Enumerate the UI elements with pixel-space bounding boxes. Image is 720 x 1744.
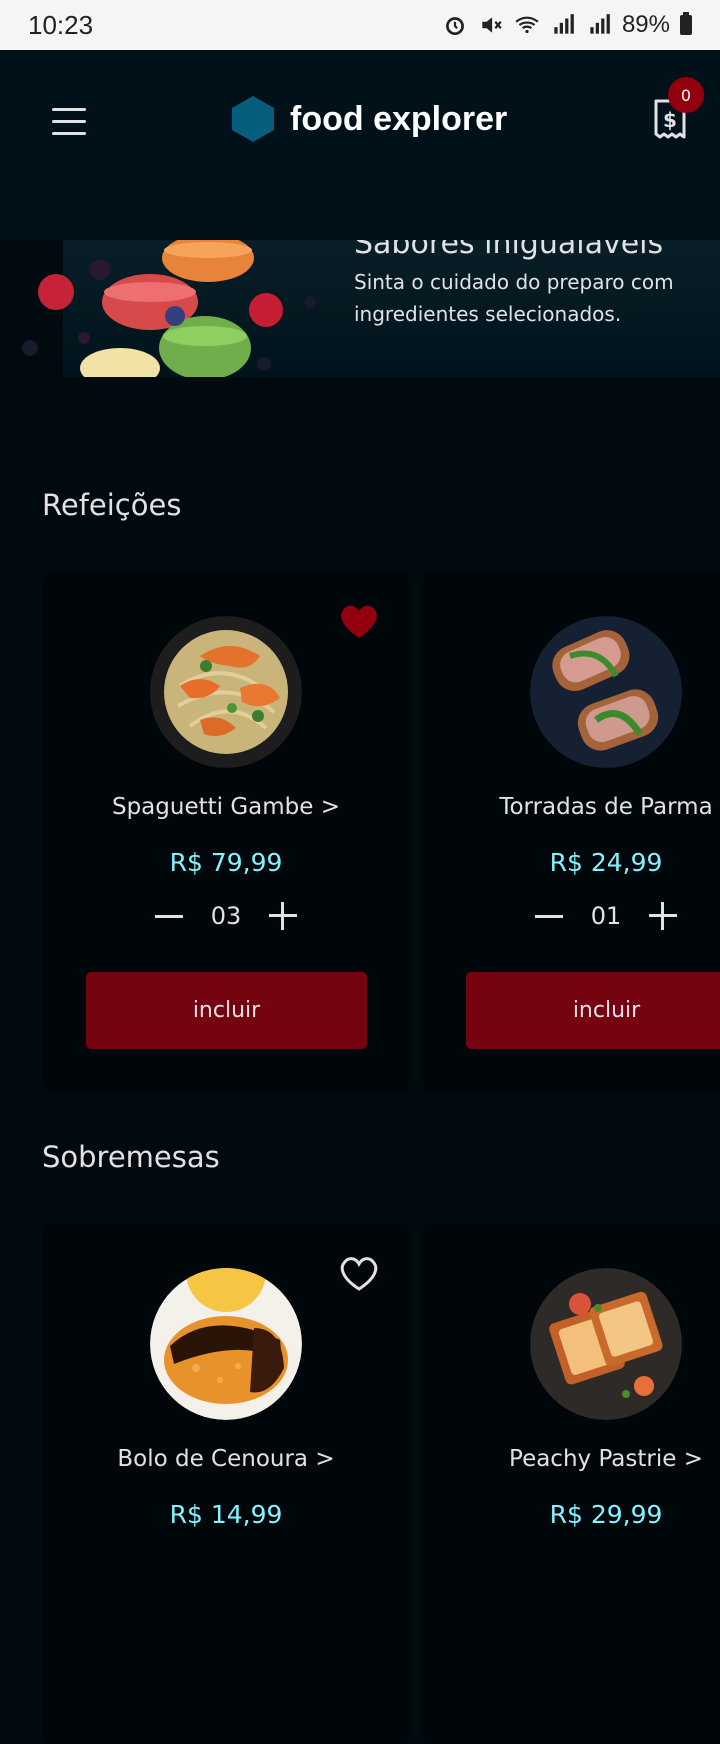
hero-subtitle: Sinta o cuidado do preparo com ingredien… [354, 270, 674, 326]
dish-name[interactable]: Torradas de Parma [422, 794, 720, 820]
brand-name: food explorer [290, 99, 508, 138]
status-time: 10:23 [28, 9, 94, 40]
battery-percent: 89% [621, 11, 670, 38]
dish-card[interactable]: Peachy Pastrie > R$ 29,99 [422, 1224, 720, 1744]
dish-image [530, 1268, 682, 1420]
signal-lte2-icon [590, 14, 610, 34]
dish-card[interactable]: Torradas de Parma R$ 24,99 01 incluir [422, 572, 720, 1092]
quantity-stepper: 03 [42, 902, 410, 930]
include-button[interactable]: incluir [466, 972, 720, 1049]
dish-price: R$ 29,99 [549, 1500, 663, 1529]
menu-button[interactable] [52, 108, 88, 138]
plus-icon[interactable] [649, 902, 678, 930]
dish-name[interactable]: Spaguetti Gambe > [42, 794, 410, 820]
dish-price: R$ 14,99 [169, 1500, 283, 1529]
plus-icon[interactable] [269, 902, 298, 930]
menu-icon [52, 108, 86, 111]
app-header [0, 50, 720, 240]
dish-card[interactable]: Spaguetti Gambe > R$ 79,99 03 incluir [42, 572, 410, 1092]
dish-image [530, 616, 682, 768]
dish-image [150, 1268, 302, 1420]
dish-card[interactable]: Bolo de Cenoura > R$ 14,99 [42, 1224, 410, 1744]
dish-name[interactable]: Bolo de Cenoura > [42, 1446, 410, 1472]
heart-outline-icon[interactable] [339, 1256, 379, 1292]
minus-icon[interactable] [534, 914, 563, 918]
hero-banner: Sabores inigualáveis Sinta o cuidado do … [0, 240, 720, 377]
hexagon-logo-icon [232, 96, 274, 142]
svg-text:$: $ [663, 108, 677, 132]
hero-title: Sabores inigualáveis [354, 240, 664, 261]
dish-price: R$ 79,99 [169, 848, 283, 877]
dish-name[interactable]: Peachy Pastrie > [422, 1446, 720, 1472]
dish-image [150, 616, 302, 768]
status-bar: 10:23 89% [0, 0, 720, 50]
include-button[interactable]: incluir [86, 972, 367, 1049]
quantity-value: 01 [590, 902, 622, 930]
wifi-icon [515, 16, 539, 34]
section-title-meals: Refeições [42, 488, 182, 522]
battery-icon [680, 12, 692, 35]
cart-count-badge: 0 [668, 77, 704, 113]
quantity-stepper: 01 [422, 902, 720, 930]
quantity-value: 03 [210, 902, 242, 930]
mute-icon [482, 17, 502, 33]
section-title-desserts: Sobremesas [42, 1140, 220, 1174]
heart-filled-icon[interactable] [339, 604, 379, 640]
dish-price: R$ 24,99 [549, 848, 663, 877]
status-icons: 89% [442, 11, 692, 39]
alarm-icon [446, 17, 464, 36]
signal-lte1-icon [554, 14, 574, 34]
brand-logo[interactable]: food explorer [232, 96, 507, 142]
minus-icon[interactable] [154, 914, 183, 918]
macarons-image [22, 240, 316, 377]
